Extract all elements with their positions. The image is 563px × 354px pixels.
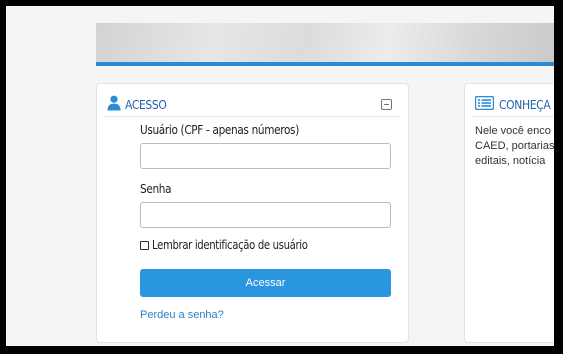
collapse-icon[interactable] bbox=[381, 99, 392, 110]
login-button[interactable]: Acessar bbox=[140, 269, 391, 297]
info-text-line: Nele você enco bbox=[475, 125, 551, 137]
info-text-line: editais, notícia bbox=[475, 155, 546, 167]
access-card-title: ACESSO bbox=[125, 97, 167, 112]
forgot-password-link[interactable]: Perdeu a senha? bbox=[140, 309, 224, 321]
info-card: CONHEÇA O Nele você enco CAED, portarias… bbox=[464, 83, 554, 343]
info-card-title: CONHEÇA O bbox=[499, 97, 554, 112]
info-card-header: CONHEÇA O bbox=[473, 94, 554, 117]
banner-accent-bar bbox=[96, 62, 554, 66]
info-text-line: CAED, portarias bbox=[475, 140, 554, 152]
remember-checkbox[interactable] bbox=[140, 241, 149, 250]
header-banner bbox=[96, 23, 554, 62]
page-viewport: ACESSO Usuário (CPF - apenas números) Se… bbox=[6, 6, 554, 346]
list-icon bbox=[475, 96, 494, 110]
username-input[interactable] bbox=[140, 143, 391, 169]
username-label: Usuário (CPF - apenas números) bbox=[140, 122, 299, 137]
user-icon bbox=[107, 95, 121, 111]
remember-label[interactable]: Lembrar identificação de usuário bbox=[152, 238, 308, 252]
access-card: ACESSO Usuário (CPF - apenas números) Se… bbox=[96, 83, 409, 343]
password-label: Senha bbox=[140, 181, 172, 196]
password-input[interactable] bbox=[140, 202, 391, 228]
access-card-header: ACESSO bbox=[105, 94, 400, 117]
info-text: Nele você enco CAED, portarias editais, … bbox=[475, 124, 554, 169]
